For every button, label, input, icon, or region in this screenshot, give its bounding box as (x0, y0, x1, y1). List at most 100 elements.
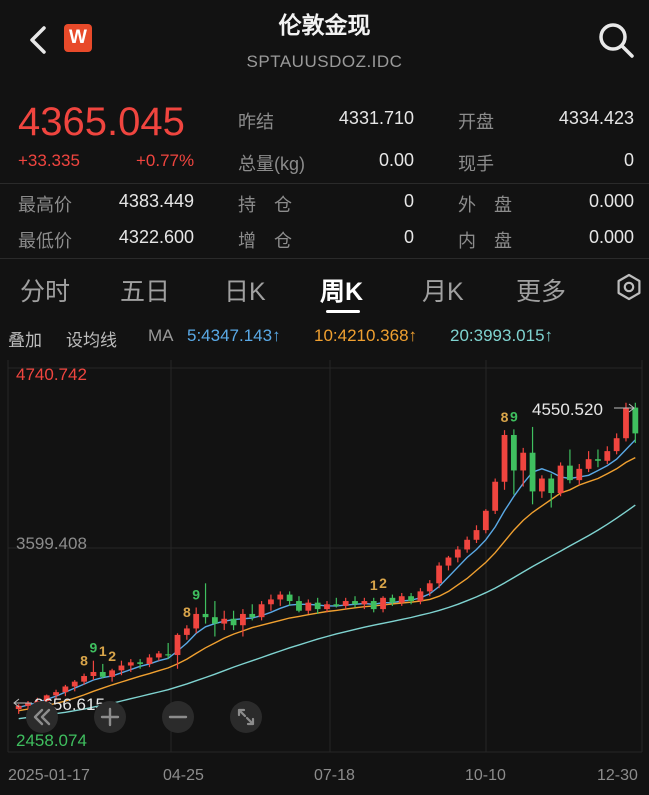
field-value-outer: 0.000 (588, 191, 634, 211)
price-change: +33.335 (18, 151, 80, 170)
y-axis-min-label: 2458.074 (16, 731, 87, 750)
td-mark-label: 1 (99, 643, 107, 659)
tab-daily-k[interactable]: 日K (224, 272, 266, 308)
candle-body (258, 604, 265, 618)
candle-body (501, 434, 508, 482)
x-axis-tick-label: 04-25 (163, 767, 204, 784)
candle (454, 546, 461, 563)
candle-body (109, 670, 116, 677)
zoom-in-icon[interactable] (94, 701, 126, 733)
candle-body (165, 654, 172, 656)
candle-body (557, 465, 564, 494)
divider (0, 183, 649, 184)
field-label-outer: 外 盘 (458, 195, 512, 215)
page-title: 伦敦金现 (278, 12, 371, 38)
candle-body (585, 459, 592, 469)
field-label-open: 开盘 (458, 112, 494, 132)
candle (90, 660, 97, 681)
candle-body (268, 599, 274, 605)
candle-body (408, 596, 414, 602)
candle (183, 625, 190, 640)
candle-body (193, 613, 200, 629)
tab-intraday[interactable]: 分时 (20, 272, 70, 308)
candle-body (221, 618, 228, 624)
candle-body (454, 549, 461, 558)
candle-body (426, 583, 433, 592)
candle (211, 601, 218, 637)
candle-body (464, 539, 471, 550)
candle (314, 597, 321, 614)
tab-weekly-k[interactable]: 周K (320, 272, 363, 308)
candle (548, 473, 555, 508)
candle (464, 536, 471, 553)
candle-body (127, 662, 134, 666)
field-value-open: 4334.423 (558, 108, 634, 128)
candle-body (529, 452, 536, 492)
candle-body (520, 452, 527, 471)
candle-body (538, 478, 545, 492)
tab-monthly-k[interactable]: 月K (422, 272, 464, 308)
field-label-volume: 总量(kg) (238, 154, 305, 174)
tab-more[interactable]: 更多 (516, 272, 566, 308)
candle-body (183, 628, 190, 635)
candle-body (482, 510, 489, 531)
candle-body (567, 465, 573, 481)
high-annotation: 4550.520 (532, 400, 635, 419)
field-value-prev-settle: 4331.710 (338, 108, 414, 128)
candle-body (510, 434, 517, 471)
td-mark-label: 2 (108, 648, 116, 664)
candle (286, 591, 293, 606)
candle (305, 599, 312, 614)
ma20-value: 20:3993.015↑ (450, 326, 554, 345)
gear-icon[interactable] (614, 272, 644, 302)
y-axis-mid-label: 3599.408 (16, 534, 87, 553)
zoom-out-icon[interactable] (162, 701, 194, 733)
tab-five-day[interactable]: 五日 (120, 272, 170, 308)
candle (352, 596, 358, 608)
candle-body (333, 604, 340, 606)
candle (230, 610, 237, 631)
candle-body (370, 601, 377, 610)
candle (258, 601, 265, 621)
price-change-pct: +0.77% (136, 151, 195, 170)
double-left-icon[interactable] (26, 701, 58, 733)
fullscreen-icon[interactable] (230, 701, 262, 733)
candle (398, 592, 405, 606)
y-axis-max-label: 4740.742 (16, 365, 87, 384)
candle (240, 609, 246, 637)
search-icon[interactable] (596, 20, 636, 60)
active-tab-underline (326, 310, 360, 313)
td-mark-label: 2 (379, 575, 387, 591)
td-mark-label: 8 (501, 409, 509, 425)
field-value-high: 4383.449 (118, 191, 194, 211)
candle-body (230, 618, 237, 626)
candle-body (417, 591, 424, 602)
candle (221, 610, 228, 631)
candle-body (324, 604, 330, 610)
td-mark-label: 9 (510, 408, 518, 424)
candle-body (604, 451, 611, 461)
x-axis-tick-label: 12-30 (597, 767, 638, 784)
candle (595, 449, 601, 468)
candle-body (155, 653, 162, 658)
candle-body (342, 601, 349, 606)
overlay-button[interactable]: 叠加 (8, 326, 42, 351)
field-value-last-hand: 0 (623, 150, 634, 170)
field-value-open-interest: 0 (403, 191, 414, 211)
candle-body (249, 613, 256, 618)
candle (426, 580, 433, 597)
set-ma-button[interactable]: 设均线 (66, 326, 117, 351)
td-mark-label: 8 (80, 653, 88, 669)
high-annotation-label: 4550.520 (532, 400, 603, 419)
candle-body (380, 597, 386, 610)
field-value-low: 4322.600 (118, 227, 194, 247)
candle (380, 596, 386, 613)
td-mark-label: 8 (183, 604, 191, 620)
x-axis-tick-label: 07-18 (314, 767, 355, 784)
candle-body (81, 676, 87, 682)
divider (0, 258, 649, 259)
candle-body (548, 478, 555, 494)
ma-label: MA (148, 326, 174, 345)
candle (492, 478, 499, 514)
candle-body (473, 530, 480, 540)
